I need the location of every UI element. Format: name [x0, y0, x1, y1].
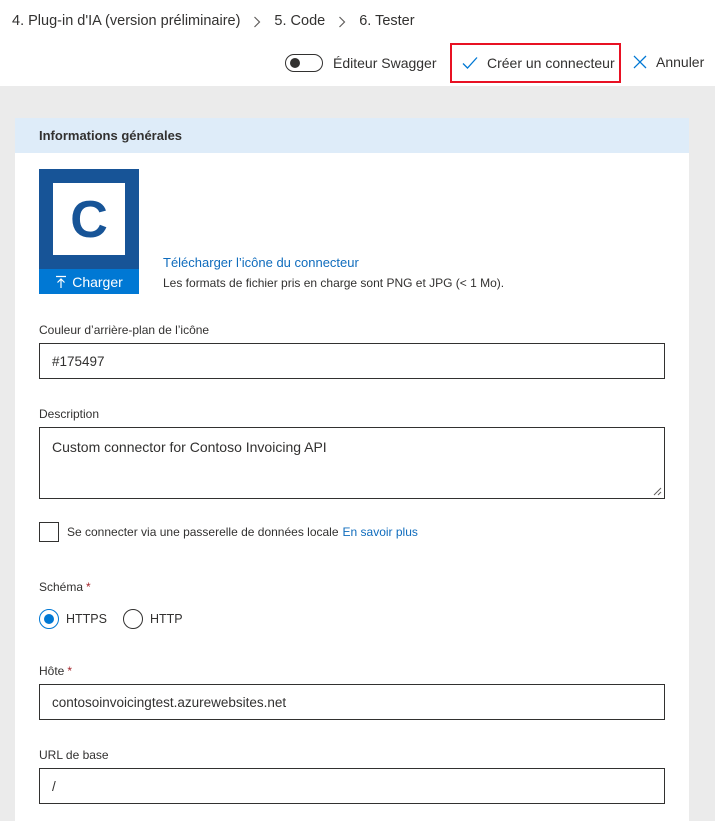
upload-icon-button[interactable]: Charger — [39, 269, 139, 294]
base-url-value: / — [52, 778, 56, 794]
wizard-steps: 4. Plug-in d'IA (version préliminaire) 5… — [12, 11, 415, 31]
required-mark: * — [86, 580, 91, 594]
section-header: Informations générales — [15, 118, 689, 153]
top-bar: 4. Plug-in d'IA (version préliminaire) 5… — [0, 0, 715, 86]
connector-icon-tile: C Charger — [39, 169, 139, 294]
checkmark-icon — [461, 54, 479, 72]
gateway-label: Se connecter via une passerelle de donné… — [67, 525, 339, 539]
general-info-card: Informations générales C Charger Télécha… — [15, 118, 689, 821]
upload-arrow-icon — [55, 275, 67, 289]
required-mark: * — [67, 664, 73, 678]
cancel-button[interactable]: Annuler — [633, 54, 704, 70]
description-value: Custom connector for Contoso Invoicing A… — [52, 439, 327, 455]
scheme-label: Schéma * — [39, 580, 91, 594]
host-label: Hôte * — [39, 664, 72, 678]
step-test[interactable]: 6. Tester — [359, 13, 414, 29]
file-format-hint: Les formats de fichier pris en charge so… — [163, 276, 505, 290]
learn-more-link[interactable]: En savoir plus — [343, 525, 418, 539]
scheme-label-text: Schéma — [39, 580, 84, 594]
step-ai-plugin[interactable]: 4. Plug-in d'IA (version préliminaire) — [12, 13, 240, 29]
bg-color-input[interactable]: #175497 — [39, 343, 665, 379]
toggle-knob — [290, 58, 300, 68]
base-url-input[interactable]: / — [39, 768, 665, 804]
swagger-editor-label: Éditeur Swagger — [333, 55, 437, 71]
close-icon — [633, 55, 647, 69]
swagger-editor-toggle[interactable] — [285, 54, 323, 72]
base-url-label: URL de base — [39, 748, 109, 762]
upload-label: Charger — [72, 273, 123, 290]
cancel-label: Annuler — [656, 54, 705, 70]
connector-logo: C — [53, 183, 125, 255]
https-label: HTTPS — [66, 612, 107, 626]
gateway-row: Se connecter via une passerelle de donné… — [39, 522, 418, 542]
bg-color-label: Couleur d’arrière-plan de l’icône — [39, 323, 210, 337]
bg-color-value: #175497 — [52, 353, 105, 369]
main-area: Informations générales C Charger Télécha… — [0, 86, 715, 821]
step-code[interactable]: 5. Code — [274, 13, 325, 29]
create-connector-button[interactable]: Créer un connecteur — [450, 43, 621, 83]
description-textarea[interactable]: Custom connector for Contoso Invoicing A… — [39, 427, 665, 499]
gateway-checkbox[interactable] — [39, 522, 59, 542]
https-radio[interactable] — [39, 609, 59, 629]
swagger-editor-toggle-group: Éditeur Swagger — [285, 54, 437, 72]
chevron-right-icon — [325, 13, 359, 29]
contoso-logo-icon: C — [70, 191, 108, 249]
resize-grip-icon[interactable] — [653, 487, 662, 496]
radio-dot — [44, 614, 54, 624]
scheme-option-http[interactable]: HTTP — [122, 609, 183, 629]
section-title: Informations générales — [39, 128, 183, 143]
host-value: contosoinvoicingtest.azurewebsites.net — [52, 694, 287, 710]
create-connector-label: Créer un connecteur — [487, 55, 615, 71]
scheme-option-https[interactable]: HTTPS — [39, 609, 107, 629]
scheme-radio-group: HTTPS HTTP — [39, 609, 199, 629]
svg-text:C: C — [70, 191, 108, 249]
description-label: Description — [39, 407, 100, 421]
http-radio[interactable] — [122, 609, 143, 629]
chevron-right-icon — [240, 13, 274, 29]
host-input[interactable]: contosoinvoicingtest.azurewebsites.net — [39, 684, 665, 720]
host-label-text: Hôte — [39, 664, 65, 678]
download-icon-link[interactable]: Télécharger l’icône du connecteur — [163, 255, 359, 270]
http-label: HTTP — [149, 612, 183, 626]
